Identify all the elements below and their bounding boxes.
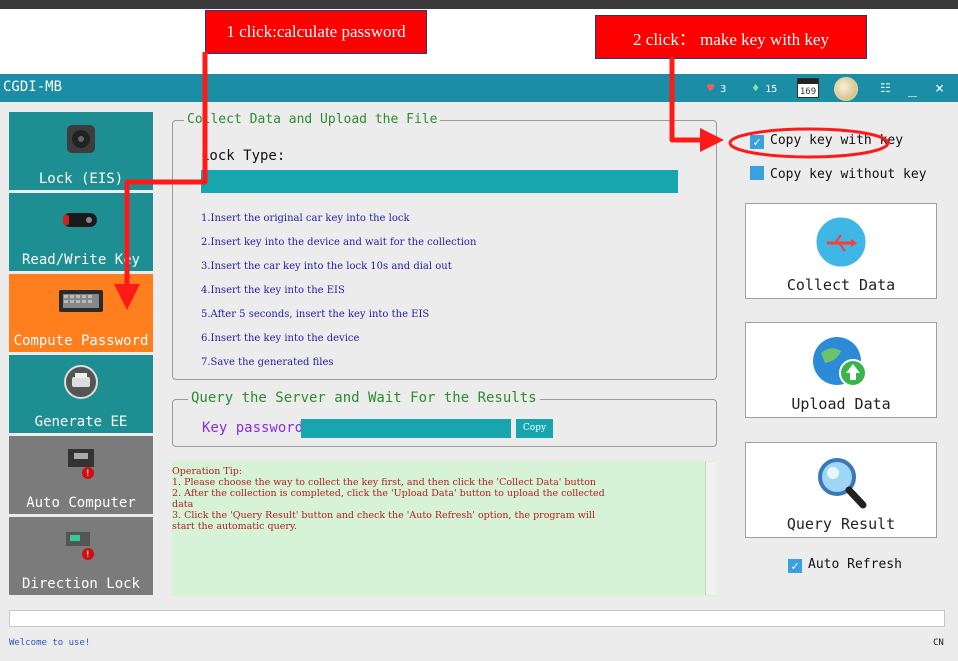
arrow-down-icon: [114, 284, 140, 310]
highlight-ellipse: [728, 127, 890, 159]
arrow-right-icon: [700, 128, 724, 152]
annotation-overlay: [114, 52, 890, 310]
